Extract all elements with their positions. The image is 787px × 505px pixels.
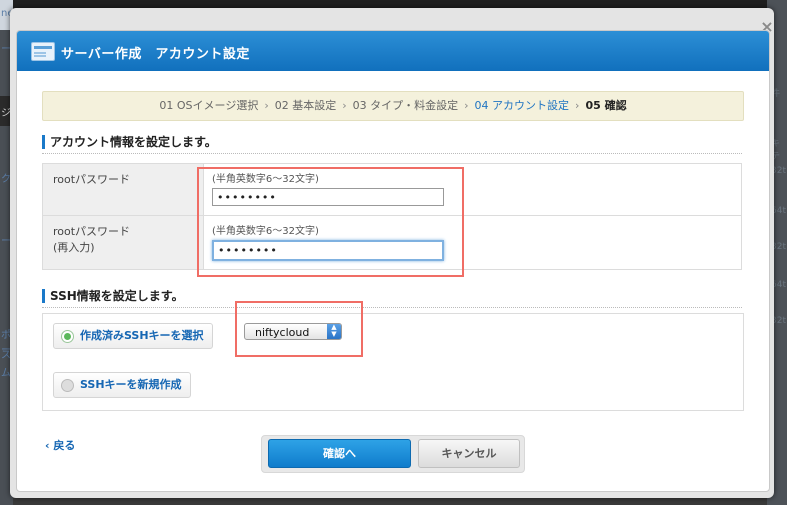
ssh-existing-key-option[interactable]: 作成済みSSHキーを選択 — [53, 323, 213, 349]
step-separator: › — [464, 99, 469, 112]
divider — [42, 153, 742, 154]
ssh-existing-key-label: 作成済みSSHキーを選択 — [80, 329, 204, 342]
root-password-label-text: rootパスワード — [53, 173, 131, 186]
confirm-label-line2: (再入力) — [53, 241, 95, 254]
ssh-key-highlight-box — [235, 301, 363, 357]
divider — [42, 307, 742, 308]
back-label: 戻る — [53, 439, 76, 452]
cancel-button[interactable]: キャンセル — [418, 439, 520, 468]
back-link[interactable]: ‹ 戻る — [45, 437, 75, 453]
server-icon — [31, 42, 55, 61]
step-separator: › — [264, 99, 269, 112]
confirm-button[interactable]: 確認へ — [268, 439, 411, 468]
chevron-left-icon: ‹ — [45, 439, 50, 452]
step-separator: › — [342, 99, 347, 112]
wizard-steps: 01 OSイメージ選択 › 02 基本設定 › 03 タイプ・料金設定 › 04 アカウント… — [42, 91, 744, 121]
root-password-label: rootパスワード — [42, 163, 204, 216]
root-password-confirm-label: rootパスワード (再入力) — [42, 215, 204, 270]
ssh-new-key-label: SSHキーを新規作成 — [80, 378, 182, 391]
password-highlight-box — [197, 167, 464, 277]
dialog-titlebar: サーバー作成 アカウント設定 — [17, 31, 769, 71]
ssh-new-key-option[interactable]: SSHキーを新規作成 — [53, 372, 191, 398]
step-type-price: 03 タイプ・料金設定 — [352, 99, 459, 112]
backdrop-top — [0, 0, 787, 8]
radio-unselected-icon — [61, 379, 74, 392]
server-create-dialog: × サーバー作成 アカウント設定 01 OSイメージ選択 › 02 基本設定 › 03 … — [10, 8, 774, 498]
step-separator: › — [575, 99, 580, 112]
dialog-body: サーバー作成 アカウント設定 01 OSイメージ選択 › 02 基本設定 › 03 タイ… — [16, 30, 770, 492]
confirm-label-line1: rootパスワード — [53, 225, 131, 238]
ssh-section-title: SSH情報を設定します。 — [42, 289, 184, 303]
step-account: 04 アカウント設定 — [474, 99, 570, 112]
step-os-image: 01 OSイメージ選択 — [159, 99, 259, 112]
step-basic: 02 基本設定 — [274, 99, 337, 112]
radio-selected-icon — [61, 330, 74, 343]
dialog-title: サーバー作成 アカウント設定 — [61, 47, 250, 62]
step-confirm: 05 確認 — [585, 99, 627, 112]
account-section-title: アカウント情報を設定します。 — [42, 135, 217, 149]
